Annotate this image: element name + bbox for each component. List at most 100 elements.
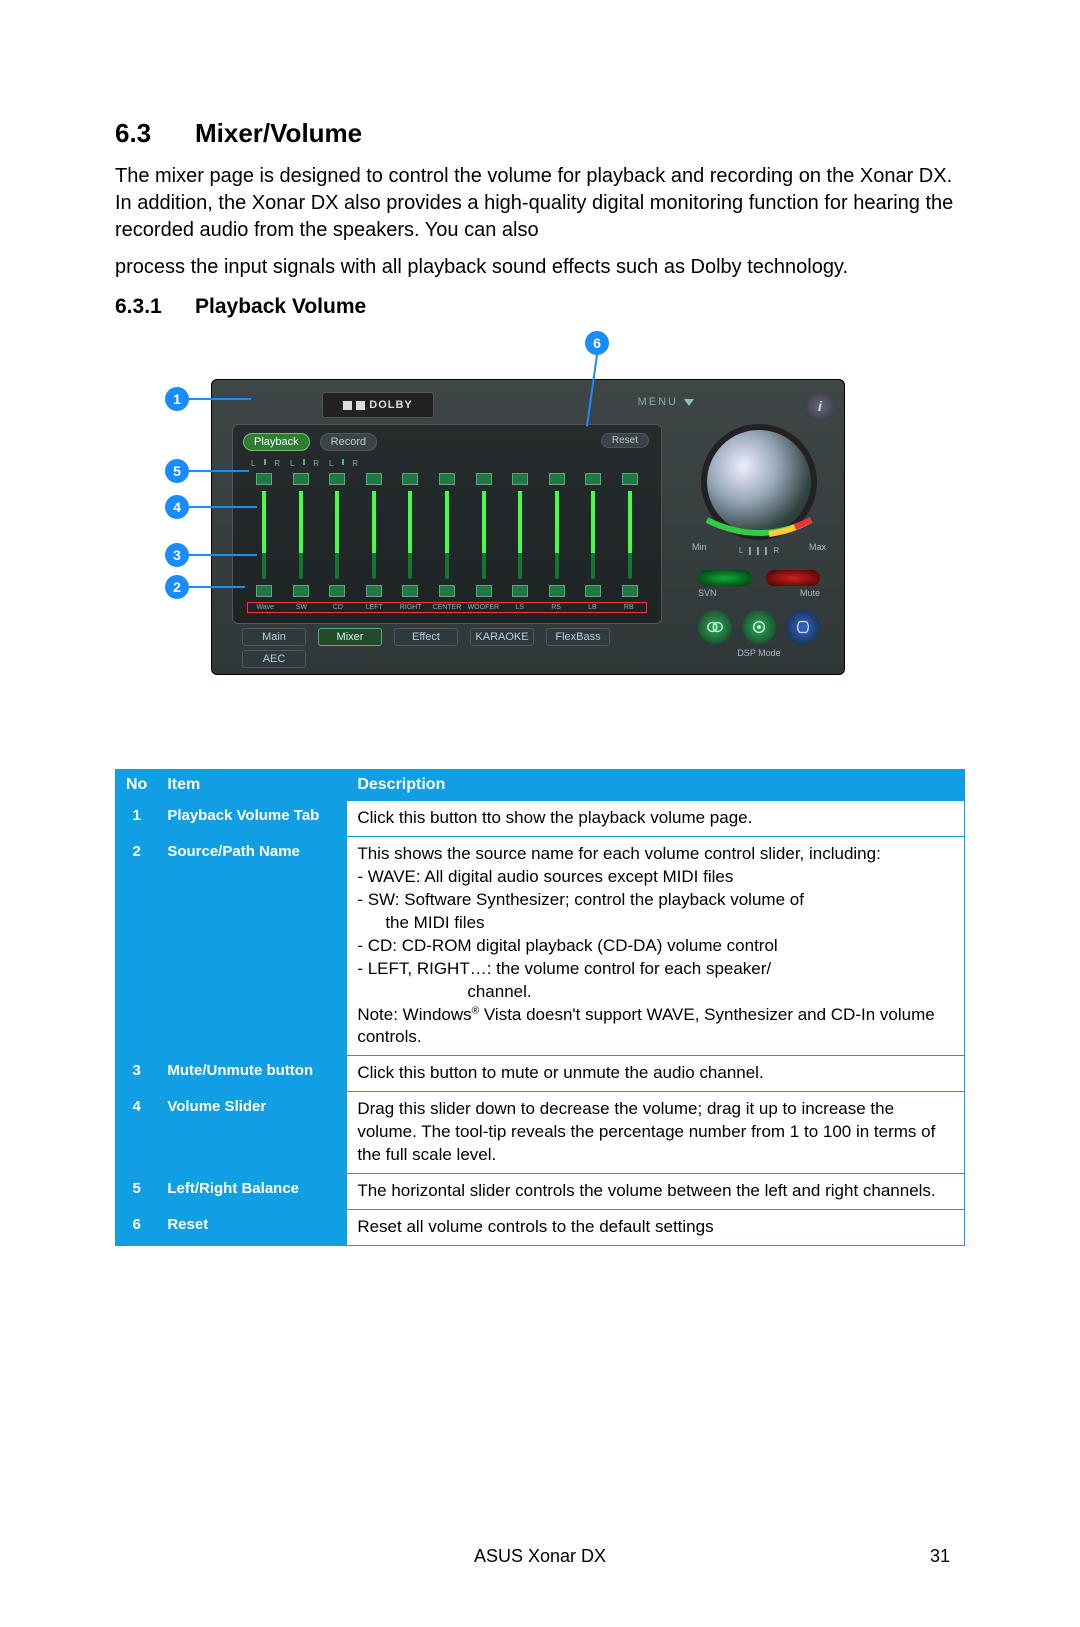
solo-indicator[interactable] [256, 473, 272, 485]
source-label: LB [575, 604, 609, 611]
svn-mute-row [698, 570, 820, 586]
slider-row [247, 473, 647, 597]
solo-indicator[interactable] [439, 473, 455, 485]
cell-desc: The horizontal slider controls the volum… [347, 1174, 964, 1210]
callout-3-leader [189, 554, 257, 556]
cell-no: 5 [116, 1174, 158, 1210]
reset-button[interactable]: Reset [601, 433, 649, 448]
solo-indicator[interactable] [476, 473, 492, 485]
channel-col [393, 473, 428, 597]
tab-effect[interactable]: Effect [394, 628, 458, 646]
solo-indicator[interactable] [293, 473, 309, 485]
source-label: WOOFER [466, 604, 500, 611]
mute-button[interactable] [439, 585, 455, 597]
volume-slider[interactable] [591, 491, 595, 579]
record-tab[interactable]: Record [320, 433, 377, 451]
volume-slider[interactable] [408, 491, 412, 579]
bottom-tabs-2: AEC [242, 650, 306, 668]
mute-button[interactable] [329, 585, 345, 597]
menu-button[interactable]: MENU [638, 396, 694, 408]
volume-slider[interactable] [262, 491, 266, 579]
solo-indicator[interactable] [512, 473, 528, 485]
cell-item: Playback Volume Tab [157, 801, 347, 837]
callout-4-leader [189, 506, 257, 508]
volume-slider[interactable] [628, 491, 632, 579]
volume-slider[interactable] [372, 491, 376, 579]
info-button[interactable]: i [806, 392, 834, 420]
mute-button[interactable] [549, 585, 565, 597]
volume-slider[interactable] [299, 491, 303, 579]
balance-cell[interactable]: LR [247, 459, 284, 468]
tab-mixer[interactable]: Mixer [318, 628, 382, 646]
playback-tab[interactable]: Playback [243, 433, 310, 451]
balance-cell[interactable]: LR [286, 459, 323, 468]
channel-col [539, 473, 574, 597]
solo-indicator[interactable] [402, 473, 418, 485]
dolby-d-icon [343, 401, 352, 410]
section-title: Mixer/Volume [195, 118, 362, 148]
table-row: 2 Source/Path Name This shows the source… [116, 836, 965, 1055]
chevron-down-icon [684, 399, 694, 406]
callout-1-leader [189, 398, 251, 400]
channel-col [247, 473, 282, 597]
mute-button[interactable] [585, 585, 601, 597]
mute-button[interactable] [256, 585, 272, 597]
menu-label: MENU [638, 396, 678, 408]
balance-cell[interactable]: LR [325, 459, 362, 468]
source-label: RS [539, 604, 573, 611]
mute-button[interactable] [622, 585, 638, 597]
th-item: Item [157, 770, 347, 801]
mute-button[interactable] [293, 585, 309, 597]
solo-indicator[interactable] [329, 473, 345, 485]
mute-button[interactable] [766, 570, 820, 586]
callout-5-leader [189, 470, 249, 472]
tab-main[interactable]: Main [242, 628, 306, 646]
cell-no: 4 [116, 1092, 158, 1174]
table-row: 3 Mute/Unmute button Click this button t… [116, 1056, 965, 1092]
solo-indicator[interactable] [585, 473, 601, 485]
table-row: 5 Left/Right Balance The horizontal slid… [116, 1174, 965, 1210]
dolby-logo: DOLBY [322, 392, 434, 418]
volume-slider[interactable] [335, 491, 339, 579]
svn-button[interactable] [698, 570, 752, 586]
volume-slider[interactable] [518, 491, 522, 579]
solo-indicator[interactable] [622, 473, 638, 485]
solo-indicator[interactable] [549, 473, 565, 485]
tab-flexbass[interactable]: FlexBass [546, 628, 610, 646]
callout-4: 4 [165, 495, 189, 519]
tab-aec[interactable]: AEC [242, 650, 306, 668]
lr-indicator: LR [739, 546, 779, 555]
source-label: RB [612, 604, 646, 611]
channel-col [503, 473, 538, 597]
footer-product: ASUS Xonar DX [474, 1546, 606, 1566]
volume-slider[interactable] [445, 491, 449, 579]
dsp-row [698, 610, 820, 644]
dsp-button-2[interactable] [742, 610, 776, 644]
table-header-row: No Item Description [116, 770, 965, 801]
callout-1: 1 [165, 387, 189, 411]
dsp-button-3[interactable] [786, 610, 820, 644]
volume-slider[interactable] [482, 491, 486, 579]
cell-no: 3 [116, 1056, 158, 1092]
mute-button[interactable] [402, 585, 418, 597]
cell-desc: Click this button tto show the playback … [347, 801, 964, 837]
tab-karaoke[interactable]: KARAOKE [470, 628, 534, 646]
dsp-button-1[interactable] [698, 610, 732, 644]
intro-paragraph-1: The mixer page is designed to control th… [115, 163, 965, 244]
svn-mute-labels: SVNMute [698, 588, 820, 598]
dsp-mode-label: DSP Mode [684, 648, 834, 658]
mute-button[interactable] [366, 585, 382, 597]
mute-button[interactable] [512, 585, 528, 597]
cell-item: Volume Slider [157, 1092, 347, 1174]
volume-slider[interactable] [555, 491, 559, 579]
mode-tabs: Playback Record [243, 433, 377, 451]
mute-button[interactable] [476, 585, 492, 597]
table-row: 1 Playback Volume Tab Click this button … [116, 801, 965, 837]
solo-indicator[interactable] [366, 473, 382, 485]
channel-col [466, 473, 501, 597]
master-panel: MinMax LR SVNMute DSP Mode [684, 424, 834, 664]
callout-3: 3 [165, 543, 189, 567]
source-label: CD [321, 604, 355, 611]
table-row: 4 Volume Slider Drag this slider down to… [116, 1092, 965, 1174]
callout-6: 6 [585, 331, 609, 355]
